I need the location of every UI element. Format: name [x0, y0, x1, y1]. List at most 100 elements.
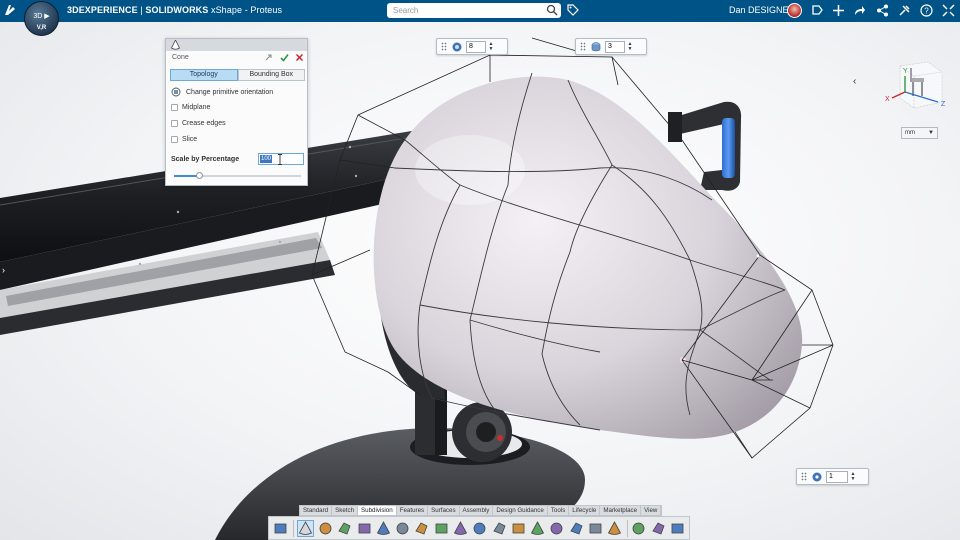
- subdivide-icon[interactable]: [491, 520, 507, 537]
- compass-version: V,R: [36, 25, 47, 31]
- surface-icon[interactable]: [549, 520, 565, 537]
- levels-icon: [812, 472, 822, 481]
- segments-icon: [452, 42, 462, 51]
- tab-features[interactable]: Features: [397, 506, 429, 515]
- slice-checkbox[interactable]: [171, 136, 178, 143]
- action-bar-icons: [268, 516, 690, 540]
- tab-sketch[interactable]: Sketch: [332, 506, 359, 515]
- svg-text:?: ?: [924, 7, 929, 16]
- crease-edges-label: Crease edges: [182, 120, 226, 127]
- tab-surfaces[interactable]: Surfaces: [428, 506, 460, 515]
- pipe-icon[interactable]: [375, 520, 391, 537]
- midplane-checkbox[interactable]: [171, 104, 178, 111]
- axis-z-label: Z: [941, 101, 946, 108]
- levels-value[interactable]: 1: [826, 470, 848, 483]
- add-icon[interactable]: [832, 4, 845, 17]
- user-name[interactable]: Dan DESIGNER: [729, 5, 795, 15]
- search-input[interactable]: [387, 3, 561, 18]
- search-icon[interactable]: [546, 4, 558, 16]
- sketch-plane-icon[interactable]: [273, 520, 289, 537]
- tools-icon[interactable]: [898, 4, 911, 17]
- slider-thumb[interactable]: [196, 172, 204, 179]
- tab-design-guidance[interactable]: Design Guidance: [493, 506, 548, 515]
- extrude-face-icon[interactable]: [356, 520, 372, 537]
- box-cage-icon[interactable]: [530, 520, 546, 537]
- crease-edges-checkbox[interactable]: [171, 120, 178, 127]
- tab-assembly[interactable]: Assembly: [460, 506, 494, 515]
- slice-option[interactable]: Slice: [171, 136, 197, 143]
- face-icon[interactable]: [395, 520, 411, 537]
- 3d-scene[interactable]: [0, 0, 960, 540]
- share-arrow-icon[interactable]: [853, 4, 866, 17]
- weld-icon[interactable]: [453, 520, 469, 537]
- change-orientation-label: Change primitive orientation: [186, 88, 274, 96]
- network-icon[interactable]: [876, 4, 889, 17]
- collapse-icon[interactable]: [942, 4, 955, 17]
- avatar[interactable]: [787, 3, 802, 18]
- mirror-icon[interactable]: [472, 520, 488, 537]
- drag-grip-icon[interactable]: [580, 42, 586, 51]
- tab-tools[interactable]: Tools: [548, 506, 570, 515]
- thicken-icon[interactable]: [414, 520, 430, 537]
- 3d-viewport[interactable]: [0, 0, 960, 540]
- morph-icon[interactable]: [607, 520, 623, 537]
- sphere-icon[interactable]: [568, 520, 584, 537]
- stepper-arrows-icon[interactable]: ▲ ▼: [849, 471, 857, 482]
- axis-x-label: X: [885, 96, 890, 103]
- chevron-left-icon[interactable]: ‹: [853, 76, 856, 87]
- top-bar: 3DEXPERIENCE | SOLIDWORKS xShape - Prote…: [0, 0, 960, 22]
- panel-title: Cone: [172, 54, 189, 61]
- sweep-icon[interactable]: [588, 520, 604, 537]
- toolbar-separator: [293, 519, 295, 537]
- segments-spinner[interactable]: 8 ▲ ▼: [436, 38, 508, 55]
- height-segments-spinner[interactable]: 3 ▲ ▼: [575, 38, 647, 55]
- app-name: xShape - Proteus: [208, 5, 283, 15]
- scale-slider[interactable]: [174, 172, 301, 179]
- stepper-arrows-icon[interactable]: ▲ ▼: [626, 41, 634, 52]
- help-icon[interactable]: ?: [920, 4, 933, 17]
- sphere-primitive-icon[interactable]: [337, 520, 353, 537]
- toolbar-separator: [627, 519, 629, 537]
- view-cube[interactable]: Y X Z: [880, 58, 950, 118]
- orientation-icon: [171, 87, 181, 97]
- tab-view[interactable]: View: [641, 506, 662, 515]
- tab-subdivision[interactable]: Subdivision: [358, 506, 397, 515]
- drag-grip-icon[interactable]: [441, 42, 447, 51]
- levels-spinner[interactable]: 1 ▲ ▼: [796, 468, 869, 485]
- dropdown-arrow-icon: ▼: [928, 130, 934, 136]
- compass-widget[interactable]: 3D ▶ V,R: [24, 1, 59, 36]
- confirm-icon[interactable]: [280, 53, 289, 62]
- bridge-icon[interactable]: [433, 520, 449, 537]
- stepper-arrows-icon[interactable]: ▲ ▼: [487, 41, 495, 52]
- tab-standard[interactable]: Standard: [300, 506, 333, 515]
- merge-icon[interactable]: [670, 520, 686, 537]
- chevron-right-icon[interactable]: ›: [2, 265, 5, 275]
- cancel-icon[interactable]: [295, 53, 304, 62]
- plane-icon[interactable]: [650, 520, 666, 537]
- scale-label: Scale by Percentage: [171, 156, 240, 163]
- tab-bounding-box[interactable]: Bounding Box: [237, 69, 305, 81]
- crease-edges-option[interactable]: Crease edges: [171, 120, 226, 127]
- drag-grip-icon[interactable]: [801, 472, 807, 481]
- crease-icon[interactable]: [510, 520, 526, 537]
- tab-topology[interactable]: Topology: [170, 69, 238, 81]
- cone-icon: [171, 40, 180, 50]
- pin-icon[interactable]: [264, 53, 273, 62]
- segments-value[interactable]: 8: [466, 40, 486, 53]
- midplane-option[interactable]: Midplane: [171, 104, 210, 111]
- box-primitive-icon[interactable]: [318, 520, 334, 537]
- tab-lifecycle[interactable]: Lifecycle: [569, 506, 601, 515]
- tab-marketplace[interactable]: Marketplace: [600, 506, 642, 515]
- scale-value-text: 100: [260, 155, 273, 163]
- ds-logo-icon[interactable]: [3, 3, 17, 20]
- unit-select[interactable]: mm ▼: [901, 127, 938, 139]
- change-orientation-row[interactable]: Change primitive orientation: [171, 87, 273, 97]
- cone-primitive-icon[interactable]: [297, 519, 315, 537]
- cube-icon[interactable]: [631, 520, 647, 537]
- play-icon[interactable]: ▶: [44, 13, 49, 20]
- tag-label-icon[interactable]: [811, 4, 824, 17]
- panel-header[interactable]: [166, 39, 307, 51]
- cylinder-segments-icon: [591, 41, 601, 51]
- tag-icon[interactable]: [567, 4, 579, 16]
- height-segments-value[interactable]: 3: [605, 40, 625, 53]
